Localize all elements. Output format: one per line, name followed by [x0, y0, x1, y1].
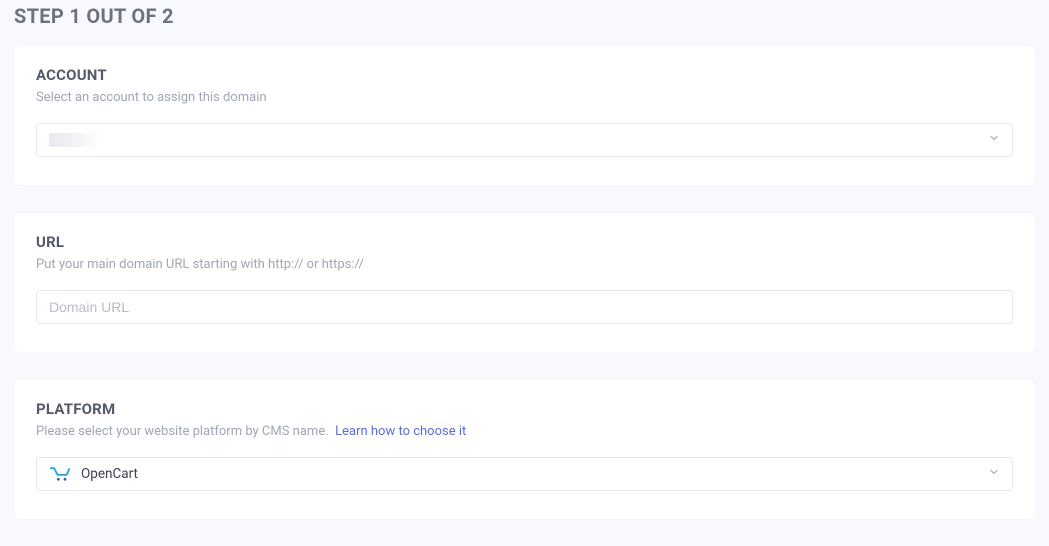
- platform-subtitle-text: Please select your website platform by C…: [36, 424, 329, 439]
- account-select[interactable]: [36, 123, 1013, 157]
- account-card: ACCOUNT Select an account to assign this…: [14, 46, 1035, 185]
- url-input[interactable]: [49, 291, 1000, 323]
- url-card: URL Put your main domain URL starting wi…: [14, 213, 1035, 352]
- page-title: STEP 1 OUT OF 2: [14, 0, 1035, 46]
- url-section-title: URL: [36, 233, 1013, 251]
- platform-section-subtitle: Please select your website platform by C…: [36, 424, 1013, 439]
- platform-selected-label: OpenCart: [81, 466, 138, 482]
- account-selected-blur: [49, 133, 101, 147]
- account-section-title: ACCOUNT: [36, 66, 1013, 84]
- url-field-wrapper: [36, 290, 1013, 324]
- url-section-subtitle: Put your main domain URL starting with h…: [36, 257, 1013, 272]
- cart-icon: [49, 465, 71, 483]
- platform-select[interactable]: OpenCart: [36, 457, 1013, 491]
- account-section-subtitle: Select an account to assign this domain: [36, 90, 1013, 105]
- platform-learn-link[interactable]: Learn how to choose it: [335, 424, 466, 439]
- chevron-down-icon: [988, 132, 1000, 148]
- platform-section-title: PLATFORM: [36, 400, 1013, 418]
- chevron-down-icon: [988, 466, 1000, 482]
- platform-card: PLATFORM Please select your website plat…: [14, 380, 1035, 519]
